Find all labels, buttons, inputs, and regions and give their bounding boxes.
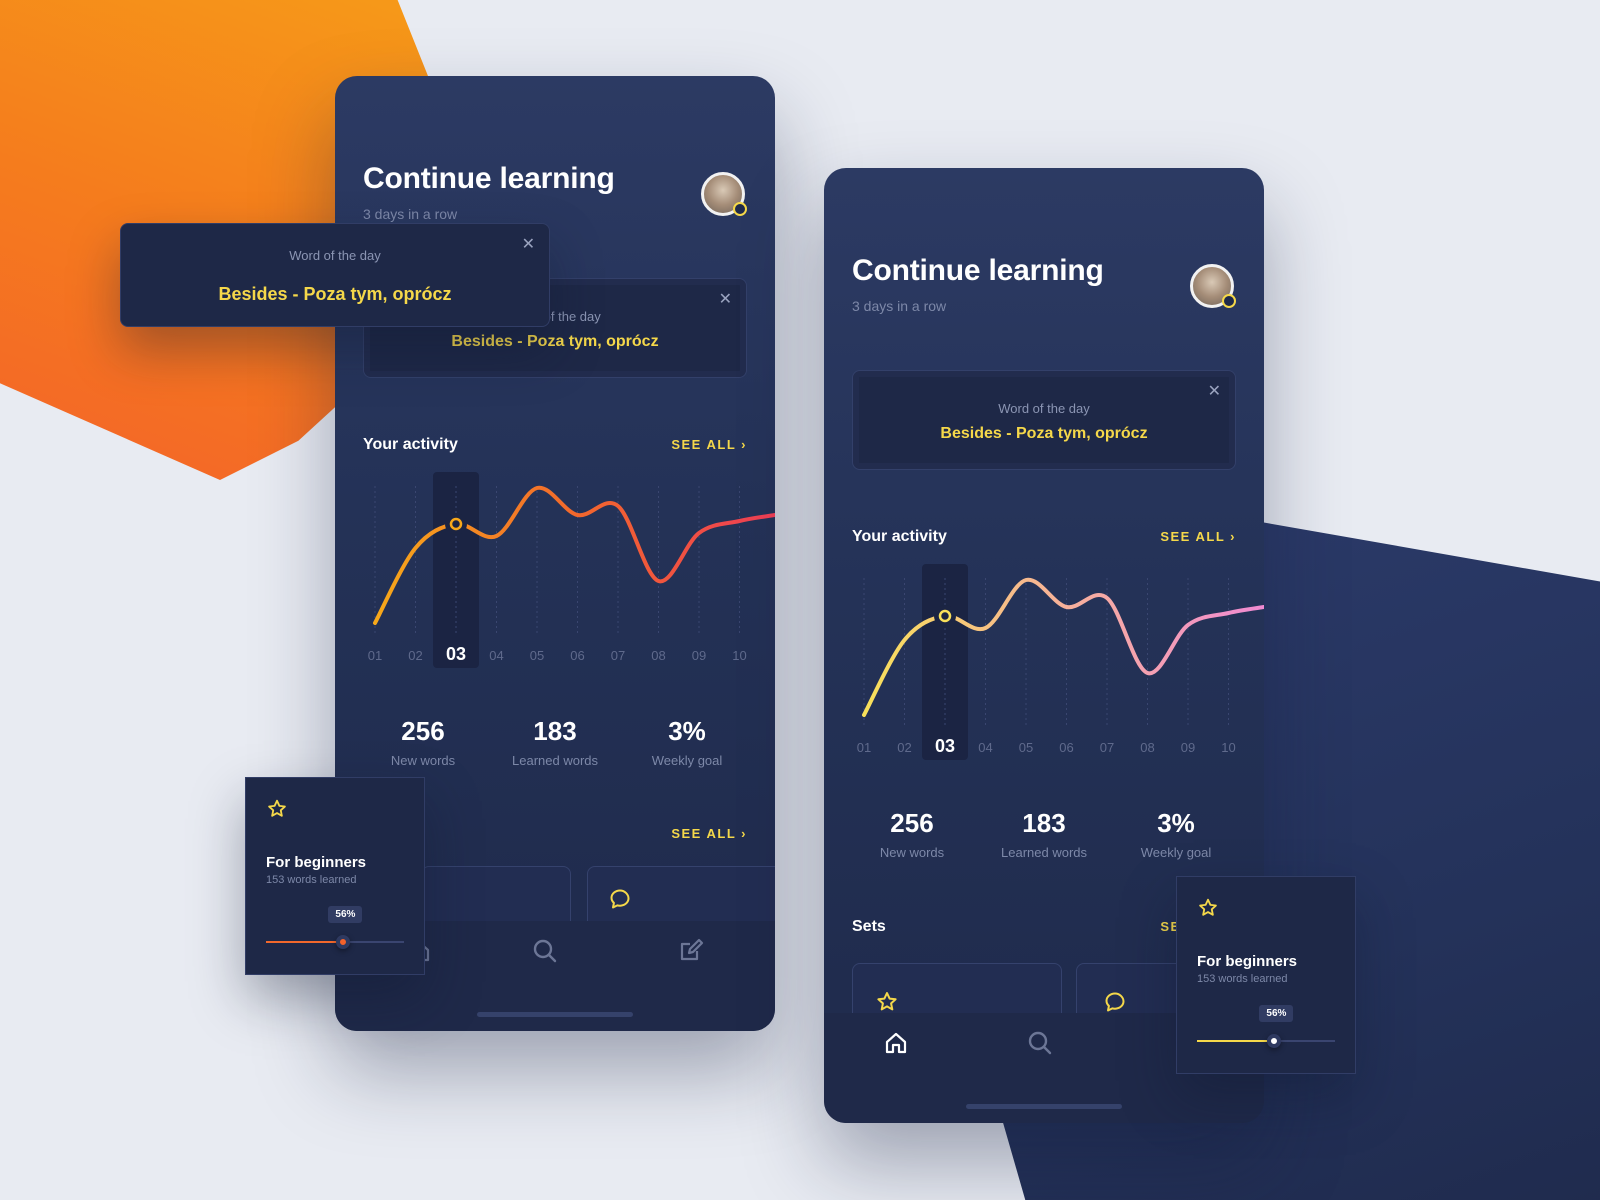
set-title: For beginners — [1197, 953, 1298, 970]
x-tick-label[interactable]: 01 — [857, 740, 871, 755]
stat-new-words: 256 New words — [363, 716, 483, 768]
see-all-label: SEE ALL — [671, 437, 737, 452]
x-tick-label[interactable]: 10 — [1221, 740, 1235, 755]
progress-fill — [266, 941, 344, 943]
stat-value: 3% — [1157, 808, 1195, 838]
stat-learned-words: 183 Learned words — [984, 808, 1104, 860]
set-card-popup[interactable]: For beginners 153 words learned 56% — [1176, 876, 1356, 1074]
streak-subtitle: 3 days in a row — [852, 298, 947, 314]
stat-label: Learned words — [1001, 845, 1087, 860]
x-tick-label[interactable]: 07 — [1100, 740, 1114, 755]
x-tick-label[interactable]: 05 — [530, 648, 544, 663]
word-of-day-popup: Word of the day Besides - Poza tym, opró… — [120, 223, 550, 327]
set-title: For beginners — [266, 854, 367, 871]
x-tick-label[interactable]: 01 — [368, 648, 382, 663]
x-tick-label[interactable]: 04 — [489, 648, 503, 663]
progress-slider-knob[interactable] — [1267, 1034, 1282, 1048]
set-subtitle: 153 words learned — [266, 874, 357, 886]
star-icon — [268, 799, 286, 817]
avatar[interactable] — [701, 172, 747, 216]
stats-row: 256 New words 183 Learned words 3% Weekl… — [852, 808, 1236, 860]
search-icon[interactable] — [1026, 1029, 1054, 1057]
streak-subtitle: 3 days in a row — [363, 206, 458, 222]
x-tick-label[interactable]: 09 — [692, 648, 706, 663]
activity-see-all[interactable]: SEE ALL › — [671, 437, 747, 452]
stat-label: Learned words — [512, 753, 598, 768]
see-all-label: SEE ALL — [671, 826, 737, 841]
word-of-day-label: Word of the day — [998, 401, 1090, 416]
stat-label: Weekly goal — [1140, 845, 1212, 860]
activity-chart: 01 02 03 04 05 06 07 08 09 10 — [368, 472, 775, 668]
star-icon — [877, 992, 897, 1011]
progress-fill — [1197, 1040, 1275, 1042]
stat-value: 183 — [533, 716, 577, 746]
page-title: Continue learning — [363, 162, 615, 195]
x-tick-label[interactable]: 03 — [935, 736, 955, 756]
stat-label: New words — [390, 753, 456, 768]
home-indicator — [477, 1012, 633, 1017]
word-of-day-word: Besides - Poza tym, oprócz — [940, 425, 1148, 442]
progress-track — [266, 935, 404, 949]
stat-value: 3% — [668, 716, 706, 746]
x-tick-label[interactable]: 05 — [1019, 740, 1033, 755]
progress-percent-badge: 56% — [328, 906, 363, 923]
stat-weekly-goal: 3% Weekly goal — [1116, 808, 1236, 860]
x-tick-label[interactable]: 09 — [1181, 740, 1195, 755]
chevron-right-icon: › — [1230, 529, 1236, 544]
close-icon[interactable]: ✕ — [522, 234, 535, 254]
chevron-right-icon: › — [741, 437, 747, 452]
progress-percent-badge: 56% — [1259, 1005, 1294, 1022]
word-of-day-word: Besides - Poza tym, oprócz — [451, 333, 659, 350]
close-icon[interactable]: ✕ — [719, 289, 732, 309]
home-icon[interactable] — [882, 1029, 910, 1057]
stat-learned-words: 183 Learned words — [495, 716, 615, 768]
x-tick-label[interactable]: 02 — [897, 740, 911, 755]
sets-title: Sets — [852, 918, 886, 935]
x-tick-label[interactable]: 07 — [611, 648, 625, 663]
chat-bubble-icon — [610, 889, 630, 909]
search-icon[interactable] — [531, 937, 559, 965]
sets-see-all[interactable]: SEE ALL › — [671, 826, 747, 841]
stat-label: New words — [879, 845, 945, 860]
stat-new-words: 256 New words — [852, 808, 972, 860]
stats-row: 256 New words 183 Learned words 3% Weekl… — [363, 716, 747, 768]
stat-value: 256 — [890, 808, 934, 838]
x-tick-label[interactable]: 08 — [1140, 740, 1154, 755]
progress-slider-knob[interactable] — [336, 935, 351, 949]
progress-track — [1197, 1034, 1335, 1048]
x-tick-label[interactable]: 08 — [651, 648, 665, 663]
x-tick-label[interactable]: 10 — [732, 648, 746, 663]
set-card-popup[interactable]: For beginners 153 words learned 56% — [245, 777, 425, 975]
word-of-day-word: Besides - Poza tym, oprócz — [218, 284, 452, 304]
x-tick-label[interactable]: 04 — [978, 740, 992, 755]
x-tick-label[interactable]: 06 — [570, 648, 584, 663]
stat-value: 256 — [401, 716, 445, 746]
see-all-label: SEE ALL — [1160, 529, 1226, 544]
edit-icon[interactable] — [677, 937, 705, 965]
page-title: Continue learning — [852, 254, 1104, 287]
activity-title: Your activity — [852, 528, 947, 545]
activity-title: Your activity — [363, 436, 458, 453]
set-subtitle: 153 words learned — [1197, 973, 1288, 985]
home-indicator — [966, 1104, 1122, 1109]
star-icon — [1199, 898, 1217, 916]
x-tick-label[interactable]: 06 — [1059, 740, 1073, 755]
stat-weekly-goal: 3% Weekly goal — [627, 716, 747, 768]
activity-see-all[interactable]: SEE ALL › — [1160, 529, 1236, 544]
activity-chart: 01 02 03 04 05 06 07 08 09 10 — [857, 564, 1264, 760]
selected-point-halo — [445, 513, 467, 535]
chevron-right-icon: › — [741, 826, 747, 841]
x-tick-label[interactable]: 03 — [446, 644, 466, 664]
avatar[interactable] — [1190, 264, 1236, 308]
x-tick-label[interactable]: 02 — [408, 648, 422, 663]
stat-label: Weekly goal — [651, 753, 723, 768]
word-of-day-card: Word of the day Besides - Poza tym, opró… — [852, 370, 1236, 470]
stat-value: 183 — [1022, 808, 1066, 838]
close-icon[interactable]: ✕ — [1208, 381, 1221, 401]
word-of-day-label: Word of the day — [289, 248, 381, 263]
chat-bubble-icon — [1105, 992, 1125, 1012]
selected-point-halo — [934, 605, 956, 627]
